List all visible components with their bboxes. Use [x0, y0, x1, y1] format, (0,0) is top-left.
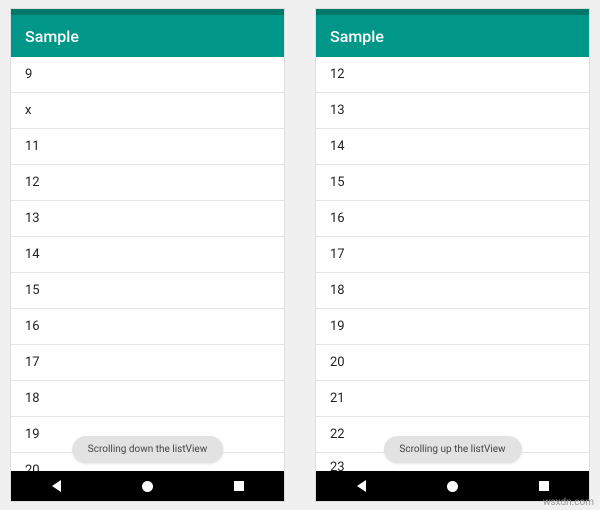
list-view[interactable]: 9 x 11 12 13 14 15 16 17 18 19 20 Scroll… — [11, 57, 284, 471]
app-bar: Sample — [316, 15, 589, 57]
phone-right: Sample 12 13 14 15 16 17 18 19 20 21 22 … — [315, 8, 590, 502]
list-item[interactable]: 19 — [316, 309, 589, 345]
list-item-label: 23 — [330, 460, 345, 471]
toast-text: Scrolling down the listView — [88, 444, 207, 455]
phone-left: Sample 9 x 11 12 13 14 15 16 17 18 19 20… — [10, 8, 285, 502]
list-item-label: 9 — [25, 67, 32, 82]
list-item-label: 22 — [330, 427, 345, 442]
list-item-label: 15 — [330, 175, 345, 190]
list-item[interactable]: 15 — [316, 165, 589, 201]
list-item-label: 17 — [25, 355, 40, 370]
back-icon[interactable] — [50, 479, 64, 493]
list-item-label: 16 — [330, 211, 345, 226]
toast: Scrolling down the listView — [72, 436, 223, 463]
list-item[interactable]: 11 — [11, 129, 284, 165]
list-item[interactable]: 14 — [316, 129, 589, 165]
list-item[interactable]: 15 — [11, 273, 284, 309]
list-item-label: 14 — [25, 247, 40, 262]
list-item-label: 13 — [25, 211, 40, 226]
list-item-label: x — [25, 103, 31, 118]
list-item[interactable]: 14 — [11, 237, 284, 273]
list-item-label: 15 — [25, 283, 40, 298]
home-icon[interactable] — [446, 479, 460, 493]
list-item-label: 13 — [330, 103, 345, 118]
back-icon[interactable] — [355, 479, 369, 493]
list-item-label: 12 — [330, 67, 345, 82]
list-item-label: 11 — [25, 139, 40, 154]
list-item[interactable]: 17 — [11, 345, 284, 381]
list-item[interactable]: 17 — [316, 237, 589, 273]
list-item-label: 16 — [25, 319, 40, 334]
list-item-label: 20 — [330, 355, 345, 370]
list-item[interactable]: 12 — [11, 165, 284, 201]
recent-icon[interactable] — [232, 479, 246, 493]
app-bar: Sample — [11, 15, 284, 57]
list-item[interactable]: 16 — [11, 309, 284, 345]
list-item-label: 21 — [330, 391, 345, 406]
recent-icon[interactable] — [537, 479, 551, 493]
watermark: wsxdn.com — [543, 497, 594, 508]
list-item[interactable]: 18 — [316, 273, 589, 309]
app-title: Sample — [330, 27, 384, 46]
list-view[interactable]: 12 13 14 15 16 17 18 19 20 21 22 23 Scro… — [316, 57, 589, 471]
list-item[interactable]: 12 — [316, 57, 589, 93]
list-item[interactable]: 16 — [316, 201, 589, 237]
list-item[interactable]: x — [11, 93, 284, 129]
list-item-label: 14 — [330, 139, 345, 154]
list-item-label: 19 — [330, 319, 345, 334]
toast-text: Scrolling up the listView — [399, 444, 505, 455]
app-title: Sample — [25, 27, 79, 46]
list-item-label: 20 — [25, 463, 40, 471]
list-item[interactable]: 21 — [316, 381, 589, 417]
list-item[interactable]: 13 — [316, 93, 589, 129]
list-item-label: 19 — [25, 427, 40, 442]
list-item-label: 17 — [330, 247, 345, 262]
list-item-label: 12 — [25, 175, 40, 190]
list-item-label: 18 — [25, 391, 40, 406]
list-item[interactable]: 20 — [316, 345, 589, 381]
list-item[interactable]: 18 — [11, 381, 284, 417]
nav-bar — [11, 471, 284, 501]
toast: Scrolling up the listView — [383, 436, 521, 463]
list-item-label: 18 — [330, 283, 345, 298]
list-item[interactable]: 13 — [11, 201, 284, 237]
list-item[interactable]: 9 — [11, 57, 284, 93]
home-icon[interactable] — [141, 479, 155, 493]
